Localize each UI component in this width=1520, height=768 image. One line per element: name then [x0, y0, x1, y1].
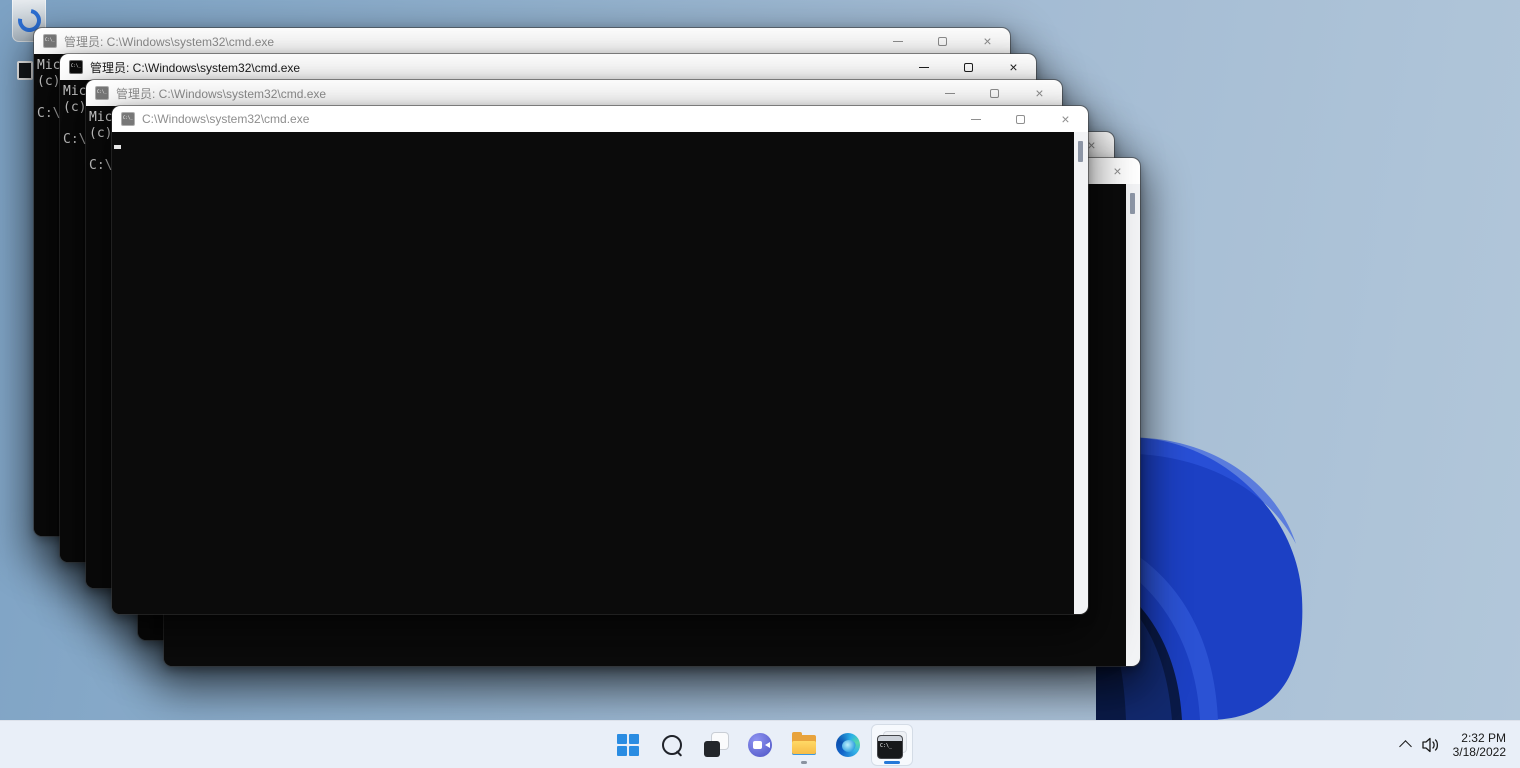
search-icon	[662, 735, 682, 755]
cmd-app-icon: C:\_	[69, 60, 83, 74]
maximize-button[interactable]	[946, 54, 991, 80]
maximize-button[interactable]	[920, 28, 965, 54]
window-layer: C:\_ 管理员: C:\Windows\system32\cmd.exe × …	[0, 0, 1520, 768]
minimize-button[interactable]	[953, 106, 998, 132]
window-controls: ×	[875, 28, 1010, 54]
terminal-scrollbar[interactable]	[1074, 132, 1088, 614]
chat-button[interactable]	[740, 725, 780, 765]
cmd-app-icon: C:\_	[95, 86, 109, 100]
active-indicator	[884, 761, 900, 764]
tray-chevron-up-icon[interactable]	[1399, 740, 1412, 753]
windows-logo-icon	[617, 734, 639, 756]
maximize-icon	[990, 89, 999, 98]
cmd-taskbar-icon: C:\_	[878, 732, 906, 758]
start-button[interactable]	[608, 725, 648, 765]
cmd-icon-text: C:\_	[878, 741, 902, 749]
cmd-window-4: C:\_ C:\Windows\system32\cmd.exe ×	[112, 106, 1088, 614]
window-controls: ×	[953, 106, 1088, 132]
window-controls: ×	[927, 80, 1062, 106]
close-icon: ×	[1087, 138, 1095, 152]
minimize-icon	[893, 41, 903, 42]
desktop: C:\_ 管理员: C:\Windows\system32\cmd.exe × …	[0, 0, 1520, 768]
cmd-app-icon: C:\_	[43, 34, 57, 48]
task-view-button[interactable]	[696, 725, 736, 765]
close-icon: ×	[983, 34, 991, 48]
window-controls: ×	[901, 54, 1036, 80]
scrollbar-thumb[interactable]	[1130, 193, 1135, 214]
minimize-icon	[971, 119, 981, 120]
maximize-icon	[964, 63, 973, 72]
maximize-button[interactable]	[972, 80, 1017, 106]
maximize-icon	[1016, 115, 1025, 124]
running-indicator	[801, 761, 807, 764]
minimize-button[interactable]	[927, 80, 972, 106]
close-icon: ×	[1009, 60, 1017, 74]
terminal-cursor	[114, 145, 121, 149]
volume-icon[interactable]	[1422, 737, 1441, 753]
minimize-icon	[945, 93, 955, 94]
chat-icon	[748, 733, 772, 757]
close-icon: ×	[1035, 86, 1043, 100]
close-button[interactable]: ×	[965, 28, 1010, 54]
edge-icon	[836, 733, 860, 757]
window-titlebar[interactable]: C:\_ C:\Windows\system32\cmd.exe ×	[112, 106, 1088, 132]
minimize-button[interactable]	[901, 54, 946, 80]
maximize-button[interactable]	[998, 106, 1043, 132]
terminal-scrollbar[interactable]	[1126, 184, 1140, 666]
file-explorer-icon	[792, 735, 816, 755]
task-view-icon	[704, 733, 728, 757]
terminal-button[interactable]: C:\_	[872, 725, 912, 765]
clock[interactable]: 2:32 PM 3/18/2022	[1453, 731, 1506, 759]
window-titlebar[interactable]: C:\_ 管理员: C:\Windows\system32\cmd.exe ×	[60, 54, 1036, 80]
window-title: 管理员: C:\Windows\system32\cmd.exe	[90, 59, 901, 76]
scrollbar-thumb[interactable]	[1078, 141, 1083, 162]
window-title: C:\Windows\system32\cmd.exe	[142, 112, 953, 126]
clock-time: 2:32 PM	[1453, 731, 1506, 745]
close-button[interactable]: ×	[1043, 106, 1088, 132]
close-button[interactable]: ×	[1017, 80, 1062, 106]
window-title: 管理员: C:\Windows\system32\cmd.exe	[116, 85, 927, 102]
close-icon: ×	[1113, 164, 1121, 178]
minimize-button[interactable]	[875, 28, 920, 54]
system-tray: 2:32 PM 3/18/2022	[1401, 721, 1520, 768]
close-button[interactable]: ×	[1095, 158, 1140, 184]
search-button[interactable]	[652, 725, 692, 765]
maximize-icon	[938, 37, 947, 46]
edge-button[interactable]	[828, 725, 868, 765]
clock-date: 3/18/2022	[1453, 745, 1506, 759]
window-titlebar[interactable]: C:\_ 管理员: C:\Windows\system32\cmd.exe ×	[86, 80, 1062, 106]
close-button[interactable]: ×	[991, 54, 1036, 80]
window-titlebar[interactable]: C:\_ 管理员: C:\Windows\system32\cmd.exe ×	[34, 28, 1010, 54]
close-icon: ×	[1061, 112, 1069, 126]
file-explorer-button[interactable]	[784, 725, 824, 765]
taskbar: C:\_ 2:32 PM 3/18/2022	[0, 720, 1520, 768]
terminal-body[interactable]	[112, 132, 1088, 614]
minimize-icon	[919, 67, 929, 68]
window-title: 管理员: C:\Windows\system32\cmd.exe	[64, 33, 875, 50]
cmd-app-icon: C:\_	[121, 112, 135, 126]
taskbar-center: C:\_	[608, 721, 912, 768]
